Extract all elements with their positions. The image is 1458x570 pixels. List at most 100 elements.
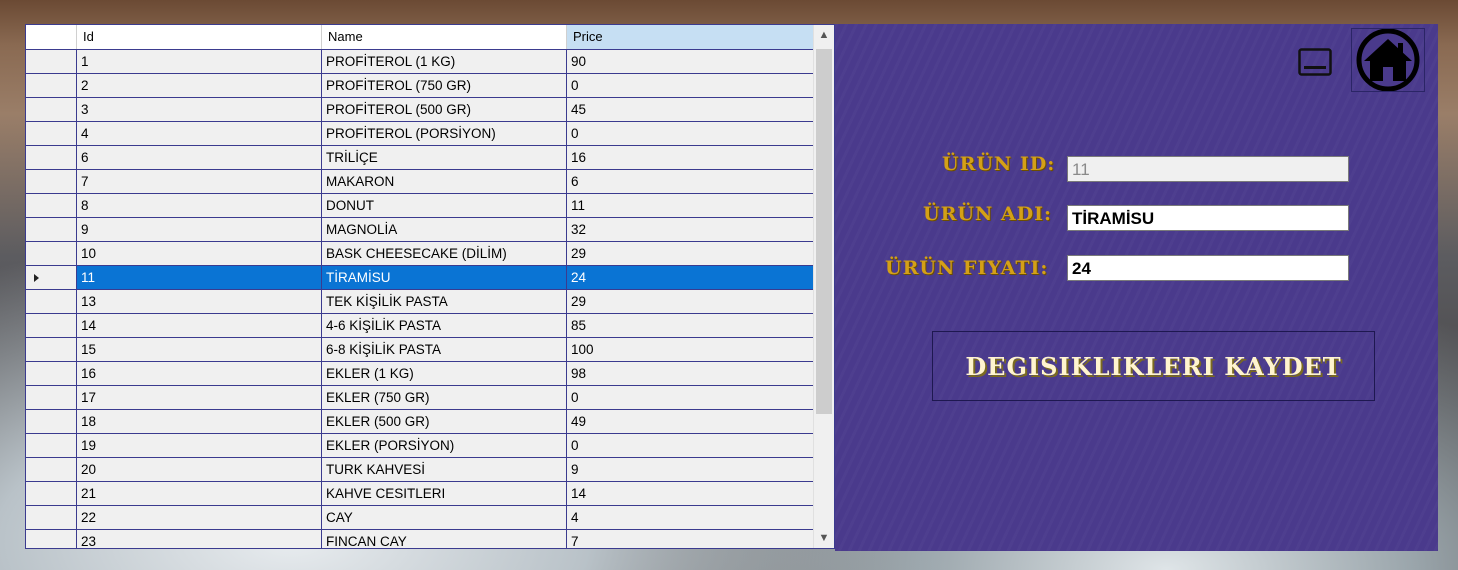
cell-id[interactable]: 13 bbox=[77, 290, 322, 314]
row-header[interactable] bbox=[26, 194, 77, 218]
cell-price[interactable]: 7 bbox=[567, 530, 814, 548]
cell-name[interactable]: PROFİTEROL (500 GR) bbox=[322, 98, 567, 122]
cell-name[interactable]: BASK CHEESECAKE (DİLİM) bbox=[322, 242, 567, 266]
table-row[interactable]: 15 6-8 KİŞİLİK PASTA 100 bbox=[26, 338, 814, 362]
cell-price[interactable]: 32 bbox=[567, 218, 814, 242]
table-row[interactable]: 18 EKLER (500 GR) 49 bbox=[26, 410, 814, 434]
row-header[interactable] bbox=[26, 314, 77, 338]
table-row[interactable]: 23 FINCAN CAY 7 bbox=[26, 530, 814, 548]
cell-name[interactable]: 6-8 KİŞİLİK PASTA bbox=[322, 338, 567, 362]
table-row[interactable]: 2 PROFİTEROL (750 GR) 0 bbox=[26, 74, 814, 98]
row-header[interactable] bbox=[26, 242, 77, 266]
row-header[interactable] bbox=[26, 122, 77, 146]
cell-name[interactable]: CAY bbox=[322, 506, 567, 530]
cell-name[interactable]: EKLER (1 KG) bbox=[322, 362, 567, 386]
cell-id[interactable]: 1 bbox=[77, 50, 322, 74]
cell-id[interactable]: 4 bbox=[77, 122, 322, 146]
row-header[interactable] bbox=[26, 98, 77, 122]
column-header-name[interactable]: Name bbox=[322, 25, 567, 49]
row-header[interactable] bbox=[26, 290, 77, 314]
cell-id[interactable]: 3 bbox=[77, 98, 322, 122]
cell-price[interactable]: 0 bbox=[567, 434, 814, 458]
home-button[interactable] bbox=[1351, 28, 1425, 92]
cell-name[interactable]: 4-6 KİŞİLİK PASTA bbox=[322, 314, 567, 338]
table-row[interactable]: 11 TİRAMİSU 24 bbox=[26, 266, 814, 290]
cell-price[interactable]: 29 bbox=[567, 290, 814, 314]
table-row[interactable]: 22 CAY 4 bbox=[26, 506, 814, 530]
cell-price[interactable]: 24 bbox=[567, 266, 814, 290]
cell-id[interactable]: 18 bbox=[77, 410, 322, 434]
table-row[interactable]: 9 MAGNOLİA 32 bbox=[26, 218, 814, 242]
cell-id[interactable]: 6 bbox=[77, 146, 322, 170]
cell-price[interactable]: 11 bbox=[567, 194, 814, 218]
table-row[interactable]: 7 MAKARON 6 bbox=[26, 170, 814, 194]
cell-price[interactable]: 90 bbox=[567, 50, 814, 74]
cell-price[interactable]: 0 bbox=[567, 386, 814, 410]
cell-id[interactable]: 15 bbox=[77, 338, 322, 362]
cell-price[interactable]: 0 bbox=[567, 122, 814, 146]
cell-name[interactable]: TEK KİŞİLİK PASTA bbox=[322, 290, 567, 314]
row-header[interactable] bbox=[26, 338, 77, 362]
cell-name[interactable]: PROFİTEROL (PORSİYON) bbox=[322, 122, 567, 146]
row-header[interactable] bbox=[26, 50, 77, 74]
scrollbar-thumb[interactable] bbox=[816, 49, 832, 414]
row-header[interactable] bbox=[26, 74, 77, 98]
minimize-window-icon[interactable] bbox=[1298, 48, 1332, 76]
column-header-id[interactable]: Id bbox=[77, 25, 322, 49]
cell-id[interactable]: 2 bbox=[77, 74, 322, 98]
cell-price[interactable]: 85 bbox=[567, 314, 814, 338]
table-row[interactable]: 16 EKLER (1 KG) 98 bbox=[26, 362, 814, 386]
cell-price[interactable]: 14 bbox=[567, 482, 814, 506]
table-row[interactable]: 17 EKLER (750 GR) 0 bbox=[26, 386, 814, 410]
row-header[interactable] bbox=[26, 506, 77, 530]
cell-price[interactable]: 45 bbox=[567, 98, 814, 122]
table-row[interactable]: 14 4-6 KİŞİLİK PASTA 85 bbox=[26, 314, 814, 338]
cell-price[interactable]: 29 bbox=[567, 242, 814, 266]
cell-price[interactable]: 4 bbox=[567, 506, 814, 530]
cell-id[interactable]: 17 bbox=[77, 386, 322, 410]
row-header[interactable] bbox=[26, 146, 77, 170]
cell-name[interactable]: EKLER (500 GR) bbox=[322, 410, 567, 434]
row-header[interactable] bbox=[26, 458, 77, 482]
cell-name[interactable]: MAGNOLİA bbox=[322, 218, 567, 242]
cell-price[interactable]: 16 bbox=[567, 146, 814, 170]
save-changes-button[interactable]: DEGISIKLIKLERI KAYDET bbox=[932, 331, 1375, 401]
cell-id[interactable]: 20 bbox=[77, 458, 322, 482]
table-row[interactable]: 19 EKLER (PORSİYON) 0 bbox=[26, 434, 814, 458]
table-row[interactable]: 10 BASK CHEESECAKE (DİLİM) 29 bbox=[26, 242, 814, 266]
table-row[interactable]: 6 TRİLİÇE 16 bbox=[26, 146, 814, 170]
row-header[interactable] bbox=[26, 170, 77, 194]
cell-name[interactable]: EKLER (750 GR) bbox=[322, 386, 567, 410]
cell-id[interactable]: 11 bbox=[77, 266, 322, 290]
row-header[interactable] bbox=[26, 266, 77, 290]
cell-name[interactable]: EKLER (PORSİYON) bbox=[322, 434, 567, 458]
cell-id[interactable]: 14 bbox=[77, 314, 322, 338]
cell-id[interactable]: 23 bbox=[77, 530, 322, 548]
cell-id[interactable]: 10 bbox=[77, 242, 322, 266]
cell-name[interactable]: TURK KAHVESİ bbox=[322, 458, 567, 482]
vertical-scrollbar[interactable]: ▲ ▼ bbox=[813, 25, 834, 548]
column-header-price[interactable]: Price bbox=[567, 25, 814, 49]
scroll-down-icon[interactable]: ▼ bbox=[814, 528, 834, 548]
row-header[interactable] bbox=[26, 218, 77, 242]
cell-price[interactable]: 49 bbox=[567, 410, 814, 434]
row-header[interactable] bbox=[26, 434, 77, 458]
cell-id[interactable]: 16 bbox=[77, 362, 322, 386]
cell-id[interactable]: 7 bbox=[77, 170, 322, 194]
product-price-field[interactable]: 24 bbox=[1067, 255, 1349, 281]
cell-price[interactable]: 98 bbox=[567, 362, 814, 386]
table-row[interactable]: 13 TEK KİŞİLİK PASTA 29 bbox=[26, 290, 814, 314]
cell-name[interactable]: MAKARON bbox=[322, 170, 567, 194]
table-row[interactable]: 3 PROFİTEROL (500 GR) 45 bbox=[26, 98, 814, 122]
table-row[interactable]: 8 DONUT 11 bbox=[26, 194, 814, 218]
cell-name[interactable]: TRİLİÇE bbox=[322, 146, 567, 170]
cell-id[interactable]: 9 bbox=[77, 218, 322, 242]
cell-price[interactable]: 6 bbox=[567, 170, 814, 194]
cell-name[interactable]: KAHVE CESITLERI bbox=[322, 482, 567, 506]
product-name-field[interactable]: TİRAMİSU bbox=[1067, 205, 1349, 231]
cell-price[interactable]: 0 bbox=[567, 74, 814, 98]
product-id-field[interactable]: 11 bbox=[1067, 156, 1349, 182]
table-row[interactable]: 20 TURK KAHVESİ 9 bbox=[26, 458, 814, 482]
cell-name[interactable]: PROFİTEROL (750 GR) bbox=[322, 74, 567, 98]
row-header[interactable] bbox=[26, 362, 77, 386]
